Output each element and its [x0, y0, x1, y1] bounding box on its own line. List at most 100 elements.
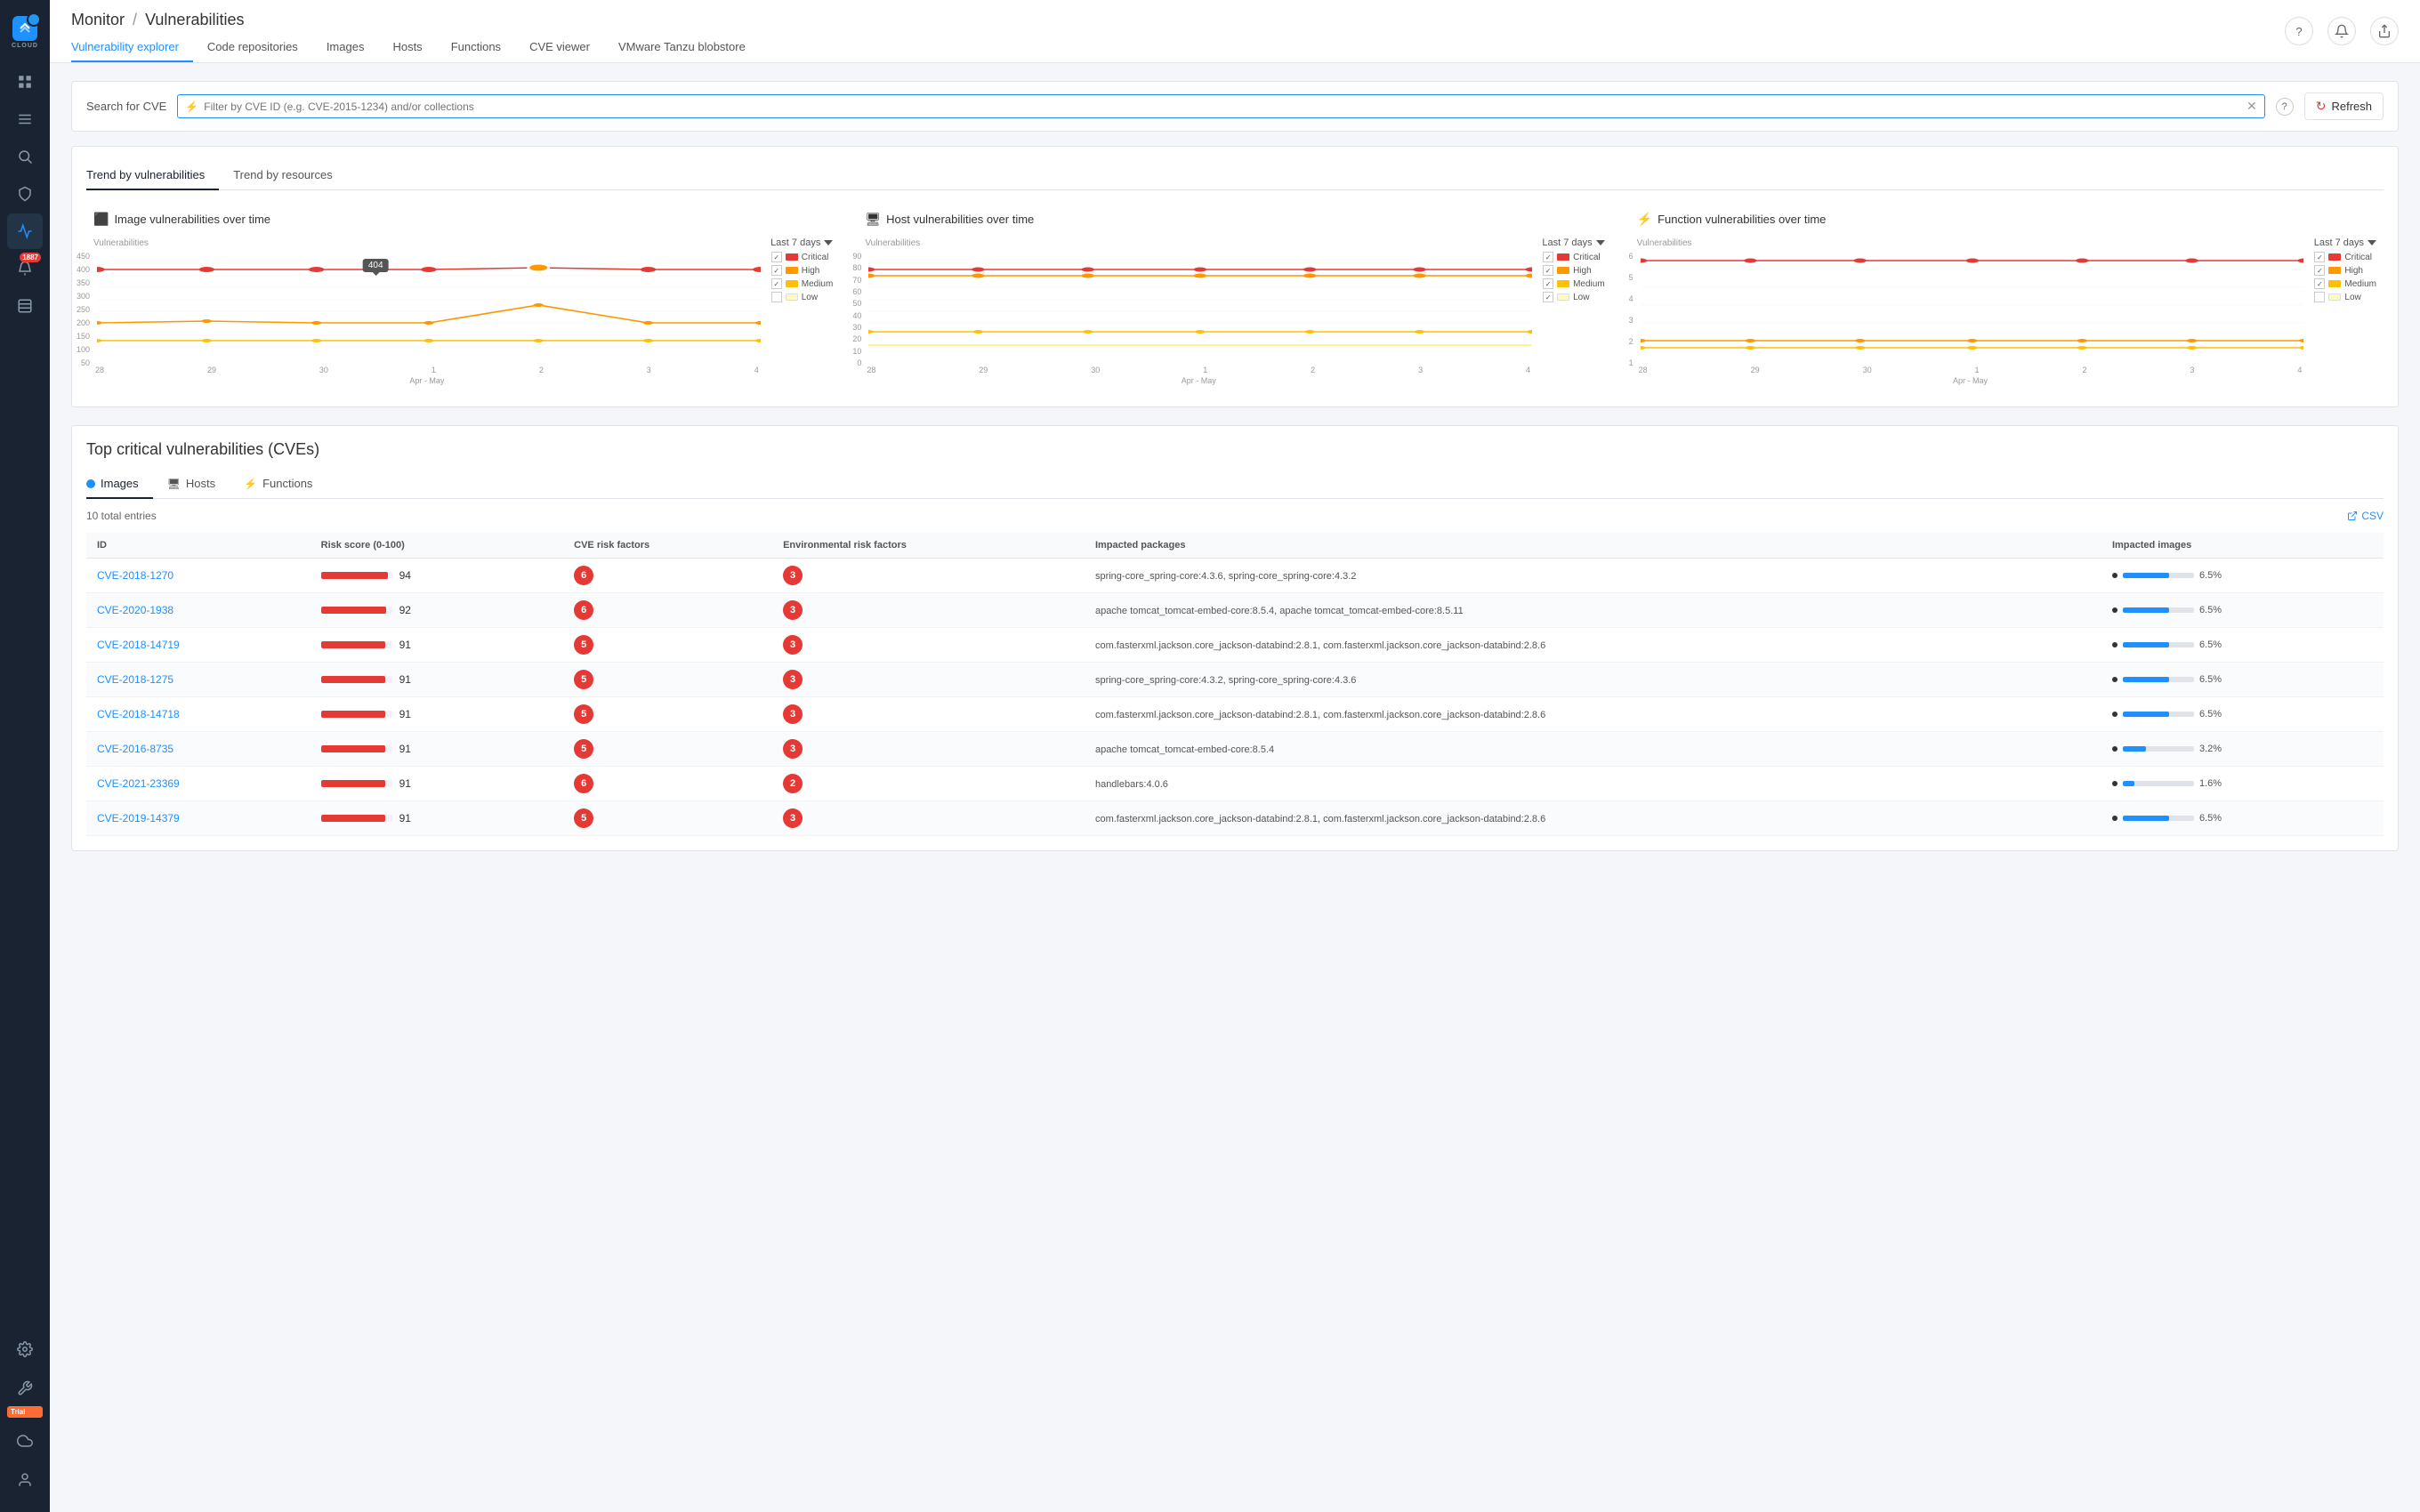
legend-critical-check[interactable]: ✓: [771, 252, 782, 262]
cell-images: 3.2%: [2101, 732, 2384, 767]
function-legend-low: Low: [2314, 292, 2376, 302]
sidebar-item-alerts[interactable]: 1887: [7, 251, 43, 286]
cell-cve-risk: 5: [563, 628, 772, 663]
table-row: CVE-2019-14379 91 5 3 com.fasterxml.jack…: [86, 801, 2384, 836]
tab-vmware-tanzu[interactable]: VMware Tanzu blobstore: [604, 33, 760, 62]
cell-cve-risk: 5: [563, 801, 772, 836]
functions-tab-icon: ⚡: [244, 478, 257, 490]
csv-export-button[interactable]: CSV: [2347, 510, 2384, 522]
sidebar-item-dashboard[interactable]: [7, 64, 43, 100]
cve-risk-badge: 5: [574, 704, 593, 724]
tab-code-repositories[interactable]: Code repositories: [193, 33, 312, 62]
sidebar-nav: 1887: [0, 60, 50, 1331]
help-icon[interactable]: ?: [2285, 17, 2313, 45]
legend-medium-color: [786, 280, 798, 287]
host-legend-low: ✓ Low: [1543, 292, 1605, 302]
cve-link[interactable]: CVE-2016-8735: [97, 743, 173, 755]
function-period-selector[interactable]: Last 7 days: [2314, 237, 2376, 248]
cell-packages: apache tomcat_tomcat-embed-core:8.5.4: [1085, 732, 2101, 767]
sidebar-item-settings[interactable]: [7, 1331, 43, 1367]
tab-images[interactable]: Images: [312, 33, 379, 62]
cell-cve-risk: 6: [563, 593, 772, 628]
host-chart-title: 🖥 Host vulnerabilities over time: [865, 212, 1604, 227]
table-row: CVE-2018-1275 91 5 3 spring-core_spring-…: [86, 663, 2384, 697]
cve-risk-badge: 6: [574, 600, 593, 620]
cve-section-title: Top critical vulnerabilities (CVEs): [86, 440, 2384, 459]
tab-functions[interactable]: Functions: [437, 33, 515, 62]
function-chart-card: ⚡ Function vulnerabilities over time Vul…: [1630, 205, 2384, 392]
cell-env-risk: 3: [772, 732, 1085, 767]
sidebar-item-tools[interactable]: [7, 1371, 43, 1406]
vulnerabilities-table: ID Risk score (0-100) CVE risk factors E…: [86, 533, 2384, 836]
table-row: CVE-2018-14719 91 5 3 com.fasterxml.jack…: [86, 628, 2384, 663]
tab-hosts[interactable]: Hosts: [378, 33, 436, 62]
impact-dot: [2112, 607, 2118, 613]
refresh-button[interactable]: ↻ Refresh: [2304, 92, 2384, 120]
app-logo[interactable]: CLOUD: [7, 7, 43, 57]
cve-link[interactable]: CVE-2020-1938: [97, 604, 173, 616]
env-risk-badge: 3: [783, 635, 803, 655]
sidebar-item-search[interactable]: [7, 139, 43, 174]
cell-env-risk: 3: [772, 663, 1085, 697]
share-icon[interactable]: [2370, 17, 2399, 45]
sidebar-item-cloud[interactable]: [7, 1423, 43, 1459]
resource-tab-functions[interactable]: ⚡ Functions: [230, 470, 327, 499]
tab-vulnerability-explorer[interactable]: Vulnerability explorer: [71, 33, 193, 62]
impact-dot: [2112, 781, 2118, 786]
legend-low-check[interactable]: [771, 292, 782, 302]
charts-row: ⬛ Image vulnerabilities over time Vulner…: [86, 205, 2384, 392]
cell-packages: handlebars:4.0.6: [1085, 767, 2101, 801]
legend-high: ✓ High: [771, 265, 834, 276]
host-period-selector[interactable]: Last 7 days: [1542, 237, 1604, 248]
tab-cve-viewer[interactable]: CVE viewer: [515, 33, 604, 62]
image-chart-header: Vulnerabilities Last 7 days: [93, 237, 833, 248]
cve-link[interactable]: CVE-2019-14379: [97, 812, 180, 824]
legend-critical: ✓ Critical: [771, 252, 834, 262]
function-legend: ✓ Critical ✓ High ✓: [2314, 252, 2376, 385]
legend-medium-check[interactable]: ✓: [771, 278, 782, 289]
cve-link[interactable]: CVE-2018-14718: [97, 708, 180, 720]
cve-risk-badge: 6: [574, 774, 593, 793]
cell-risk-score: 91: [311, 767, 564, 801]
trend-tab-vulnerabilities[interactable]: Trend by vulnerabilities: [86, 161, 219, 190]
cell-risk-score: 91: [311, 801, 564, 836]
cell-images: 6.5%: [2101, 697, 2384, 732]
sidebar-item-monitor[interactable]: [7, 213, 43, 249]
table-header: ID Risk score (0-100) CVE risk factors E…: [86, 533, 2384, 559]
host-legend-high: ✓ High: [1543, 265, 1605, 276]
trend-tab-resources[interactable]: Trend by resources: [219, 161, 347, 190]
host-chart-icon: 🖥: [865, 212, 881, 227]
clear-search-icon[interactable]: ✕: [2247, 99, 2257, 114]
cve-risk-badge: 5: [574, 670, 593, 689]
cell-packages: com.fasterxml.jackson.core_jackson-datab…: [1085, 801, 2101, 836]
col-risk-score: Risk score (0-100): [311, 533, 564, 559]
cell-risk-score: 92: [311, 593, 564, 628]
image-chart-icon: ⬛: [93, 212, 109, 227]
search-input[interactable]: [204, 101, 2241, 113]
sidebar-item-user[interactable]: [7, 1462, 43, 1498]
cve-link[interactable]: CVE-2018-1275: [97, 673, 173, 686]
cell-risk-score: 94: [311, 559, 564, 593]
cell-packages: com.fasterxml.jackson.core_jackson-datab…: [1085, 697, 2101, 732]
sidebar-item-docs[interactable]: [7, 288, 43, 324]
cell-env-risk: 3: [772, 593, 1085, 628]
cve-risk-badge: 6: [574, 566, 593, 585]
notifications-icon[interactable]: [2327, 17, 2356, 45]
cve-link[interactable]: CVE-2021-23369: [97, 777, 180, 790]
sidebar-item-inventory[interactable]: [7, 101, 43, 137]
cve-link[interactable]: CVE-2018-1270: [97, 569, 173, 582]
env-risk-badge: 3: [783, 739, 803, 759]
image-period-selector[interactable]: Last 7 days: [770, 237, 833, 248]
sidebar-item-defend[interactable]: [7, 176, 43, 212]
help-button[interactable]: ?: [2276, 98, 2294, 116]
topbar-left: Monitor / Vulnerabilities Vulnerability …: [71, 0, 760, 62]
cell-env-risk: 3: [772, 559, 1085, 593]
host-legend-medium: ✓ Medium: [1543, 278, 1605, 289]
legend-high-check[interactable]: ✓: [771, 265, 782, 276]
resource-tab-images[interactable]: Images: [86, 470, 153, 499]
cell-id: CVE-2021-23369: [86, 767, 311, 801]
resource-tab-hosts[interactable]: 🖥 Hosts: [153, 470, 230, 499]
logo-icon: [12, 16, 37, 41]
env-risk-badge: 3: [783, 670, 803, 689]
cve-link[interactable]: CVE-2018-14719: [97, 639, 180, 651]
